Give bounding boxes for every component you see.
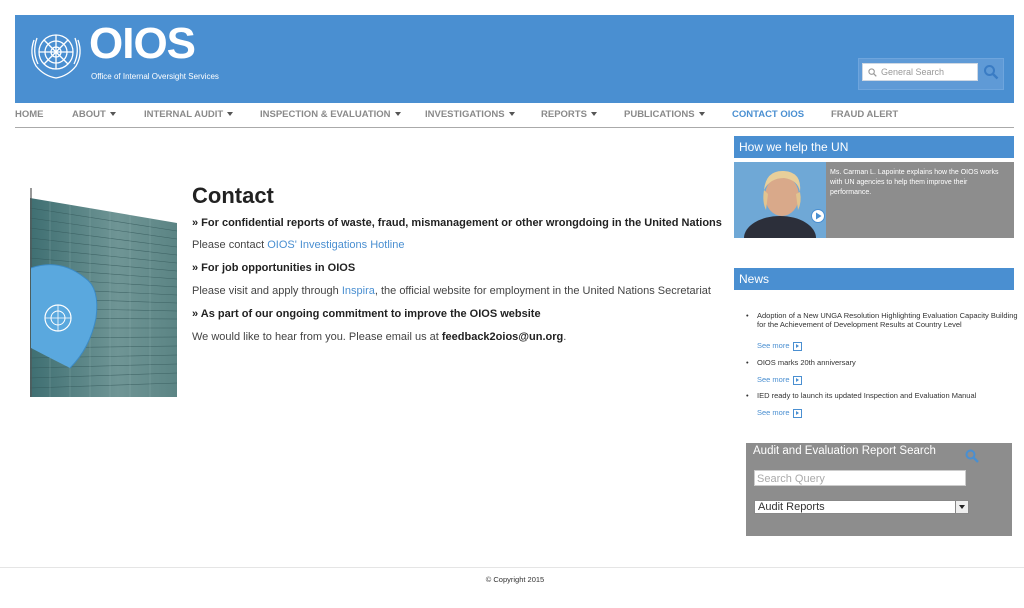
search-icon: [868, 68, 877, 77]
video-thumbnail[interactable]: [734, 162, 826, 238]
see-more-label: See more: [757, 408, 790, 417]
nav-label: HOME: [15, 109, 44, 120]
news-title[interactable]: IED ready to launch its updated Inspecti…: [757, 391, 1024, 400]
caret-down-icon: [394, 112, 401, 117]
job-opportunities-text: Please visit and apply through Inspira, …: [192, 285, 711, 297]
nav-label: ABOUT: [72, 109, 106, 120]
main-navigation: HOME ABOUT INTERNAL AUDIT INSPECTION & E…: [15, 103, 1014, 128]
caret-down-icon: [698, 112, 705, 117]
job-opportunities-heading: » For job opportunities in OIOS: [192, 262, 356, 274]
news-heading: News: [734, 268, 1014, 290]
un-headquarters-image: [30, 188, 177, 397]
nav-label: REPORTS: [541, 109, 587, 120]
nav-label: INVESTIGATIONS: [425, 109, 505, 120]
see-more-link[interactable]: See more: [757, 375, 802, 385]
nav-label: CONTACT OIOS: [732, 109, 805, 120]
nav-label: PUBLICATIONS: [624, 109, 695, 120]
confidential-reports-heading: » For confidential reports of waste, fra…: [192, 217, 722, 229]
arrow-right-icon: [792, 408, 802, 418]
footer-divider: [0, 567, 1024, 568]
nav-item-reports[interactable]: REPORTS: [541, 109, 597, 120]
nav-item-investigations[interactable]: INVESTIGATIONS: [425, 109, 515, 120]
nav-item-about[interactable]: ABOUT: [72, 109, 116, 120]
arrow-right-icon: [792, 341, 802, 351]
see-more-link[interactable]: See more: [757, 341, 802, 351]
nav-label: FRAUD ALERT: [831, 109, 899, 120]
see-more-link[interactable]: See more: [757, 408, 802, 418]
bullet: •: [746, 391, 749, 400]
text-prefix: Please contact: [192, 239, 268, 251]
nav-label: INTERNAL AUDIT: [144, 109, 224, 120]
nav-item-home[interactable]: HOME: [15, 109, 44, 120]
see-more-label: See more: [757, 375, 790, 384]
text-prefix: Please visit and apply through: [192, 285, 342, 297]
page-title: Contact: [192, 183, 274, 208]
news-title-line-1: Adoption of a New UNGA Resolution Highli…: [757, 311, 1018, 320]
chevron-down-icon: [955, 501, 968, 513]
search-query-input[interactable]: Search Query: [754, 470, 966, 486]
un-emblem-icon: [31, 34, 81, 79]
website-feedback-text: We would like to hear from you. Please e…: [192, 331, 566, 343]
confidential-reports-text: Please contact OIOS' Investigations Hotl…: [192, 239, 404, 251]
caret-down-icon: [590, 112, 597, 117]
un-emblem-logo[interactable]: [26, 26, 86, 87]
search-button[interactable]: [983, 64, 999, 80]
bullet: •: [746, 358, 749, 367]
video-caption: Ms. Carman L. Lapointe explains how the …: [830, 169, 999, 196]
nav-item-publications[interactable]: PUBLICATIONS: [624, 109, 705, 120]
nav-item-internal-audit[interactable]: INTERNAL AUDIT: [144, 109, 234, 120]
arrow-right-icon: [792, 375, 802, 385]
caret-down-icon: [227, 112, 234, 117]
site-header: OIOS Office of Internal Oversight Servic…: [15, 15, 1014, 103]
news-title[interactable]: OIOS marks 20th anniversary: [757, 358, 1024, 367]
how-we-help-heading: How we help the UN: [734, 136, 1014, 158]
feedback-email-link[interactable]: feedback2oios@un.org: [442, 331, 563, 343]
website-feedback-heading: » As part of our ongoing commitment to i…: [192, 308, 541, 320]
nav-item-inspection-evaluation[interactable]: INSPECTION & EVALUATION: [260, 109, 401, 120]
bullet: •: [746, 311, 749, 320]
text-suffix: , the official website for employment in…: [374, 285, 711, 297]
inspira-link[interactable]: Inspira: [342, 285, 375, 297]
report-search-title: Audit and Evaluation Report Search: [753, 445, 936, 457]
general-search-box: General Search: [858, 58, 1004, 90]
footer-copyright: © Copyright 2015: [485, 575, 545, 584]
nav-item-contact-oios[interactable]: CONTACT OIOS: [732, 109, 804, 120]
video-feature[interactable]: Ms. Carman L. Lapointe explains how the …: [734, 162, 1014, 238]
report-type-select[interactable]: Audit Reports: [754, 500, 969, 514]
site-logo-text[interactable]: OIOS: [89, 19, 196, 69]
caret-down-icon: [508, 112, 515, 117]
contact-content: Contact » For confidential reports of wa…: [192, 183, 732, 343]
report-type-value: Audit Reports: [758, 501, 825, 513]
report-search-button[interactable]: [965, 449, 979, 463]
see-more-label: See more: [757, 341, 790, 350]
news-title-line-2: for the Achievement of Development Resul…: [757, 320, 962, 329]
news-title[interactable]: Adoption of a New UNGA Resolution Highli…: [757, 311, 1024, 329]
nav-label: INSPECTION & EVALUATION: [260, 109, 391, 120]
report-search-panel: Audit and Evaluation Report Search Searc…: [746, 443, 1012, 536]
text-suffix: .: [563, 331, 567, 343]
investigations-hotline-link[interactable]: OIOS' Investigations Hotline: [267, 239, 404, 251]
general-search-input[interactable]: General Search: [862, 63, 978, 81]
text-prefix: We would like to hear from you. Please e…: [192, 331, 442, 343]
site-logo-subtitle: Office of Internal Oversight Services: [91, 72, 219, 81]
nav-item-fraud-alert[interactable]: FRAUD ALERT: [831, 109, 898, 120]
caret-down-icon: [109, 112, 116, 117]
